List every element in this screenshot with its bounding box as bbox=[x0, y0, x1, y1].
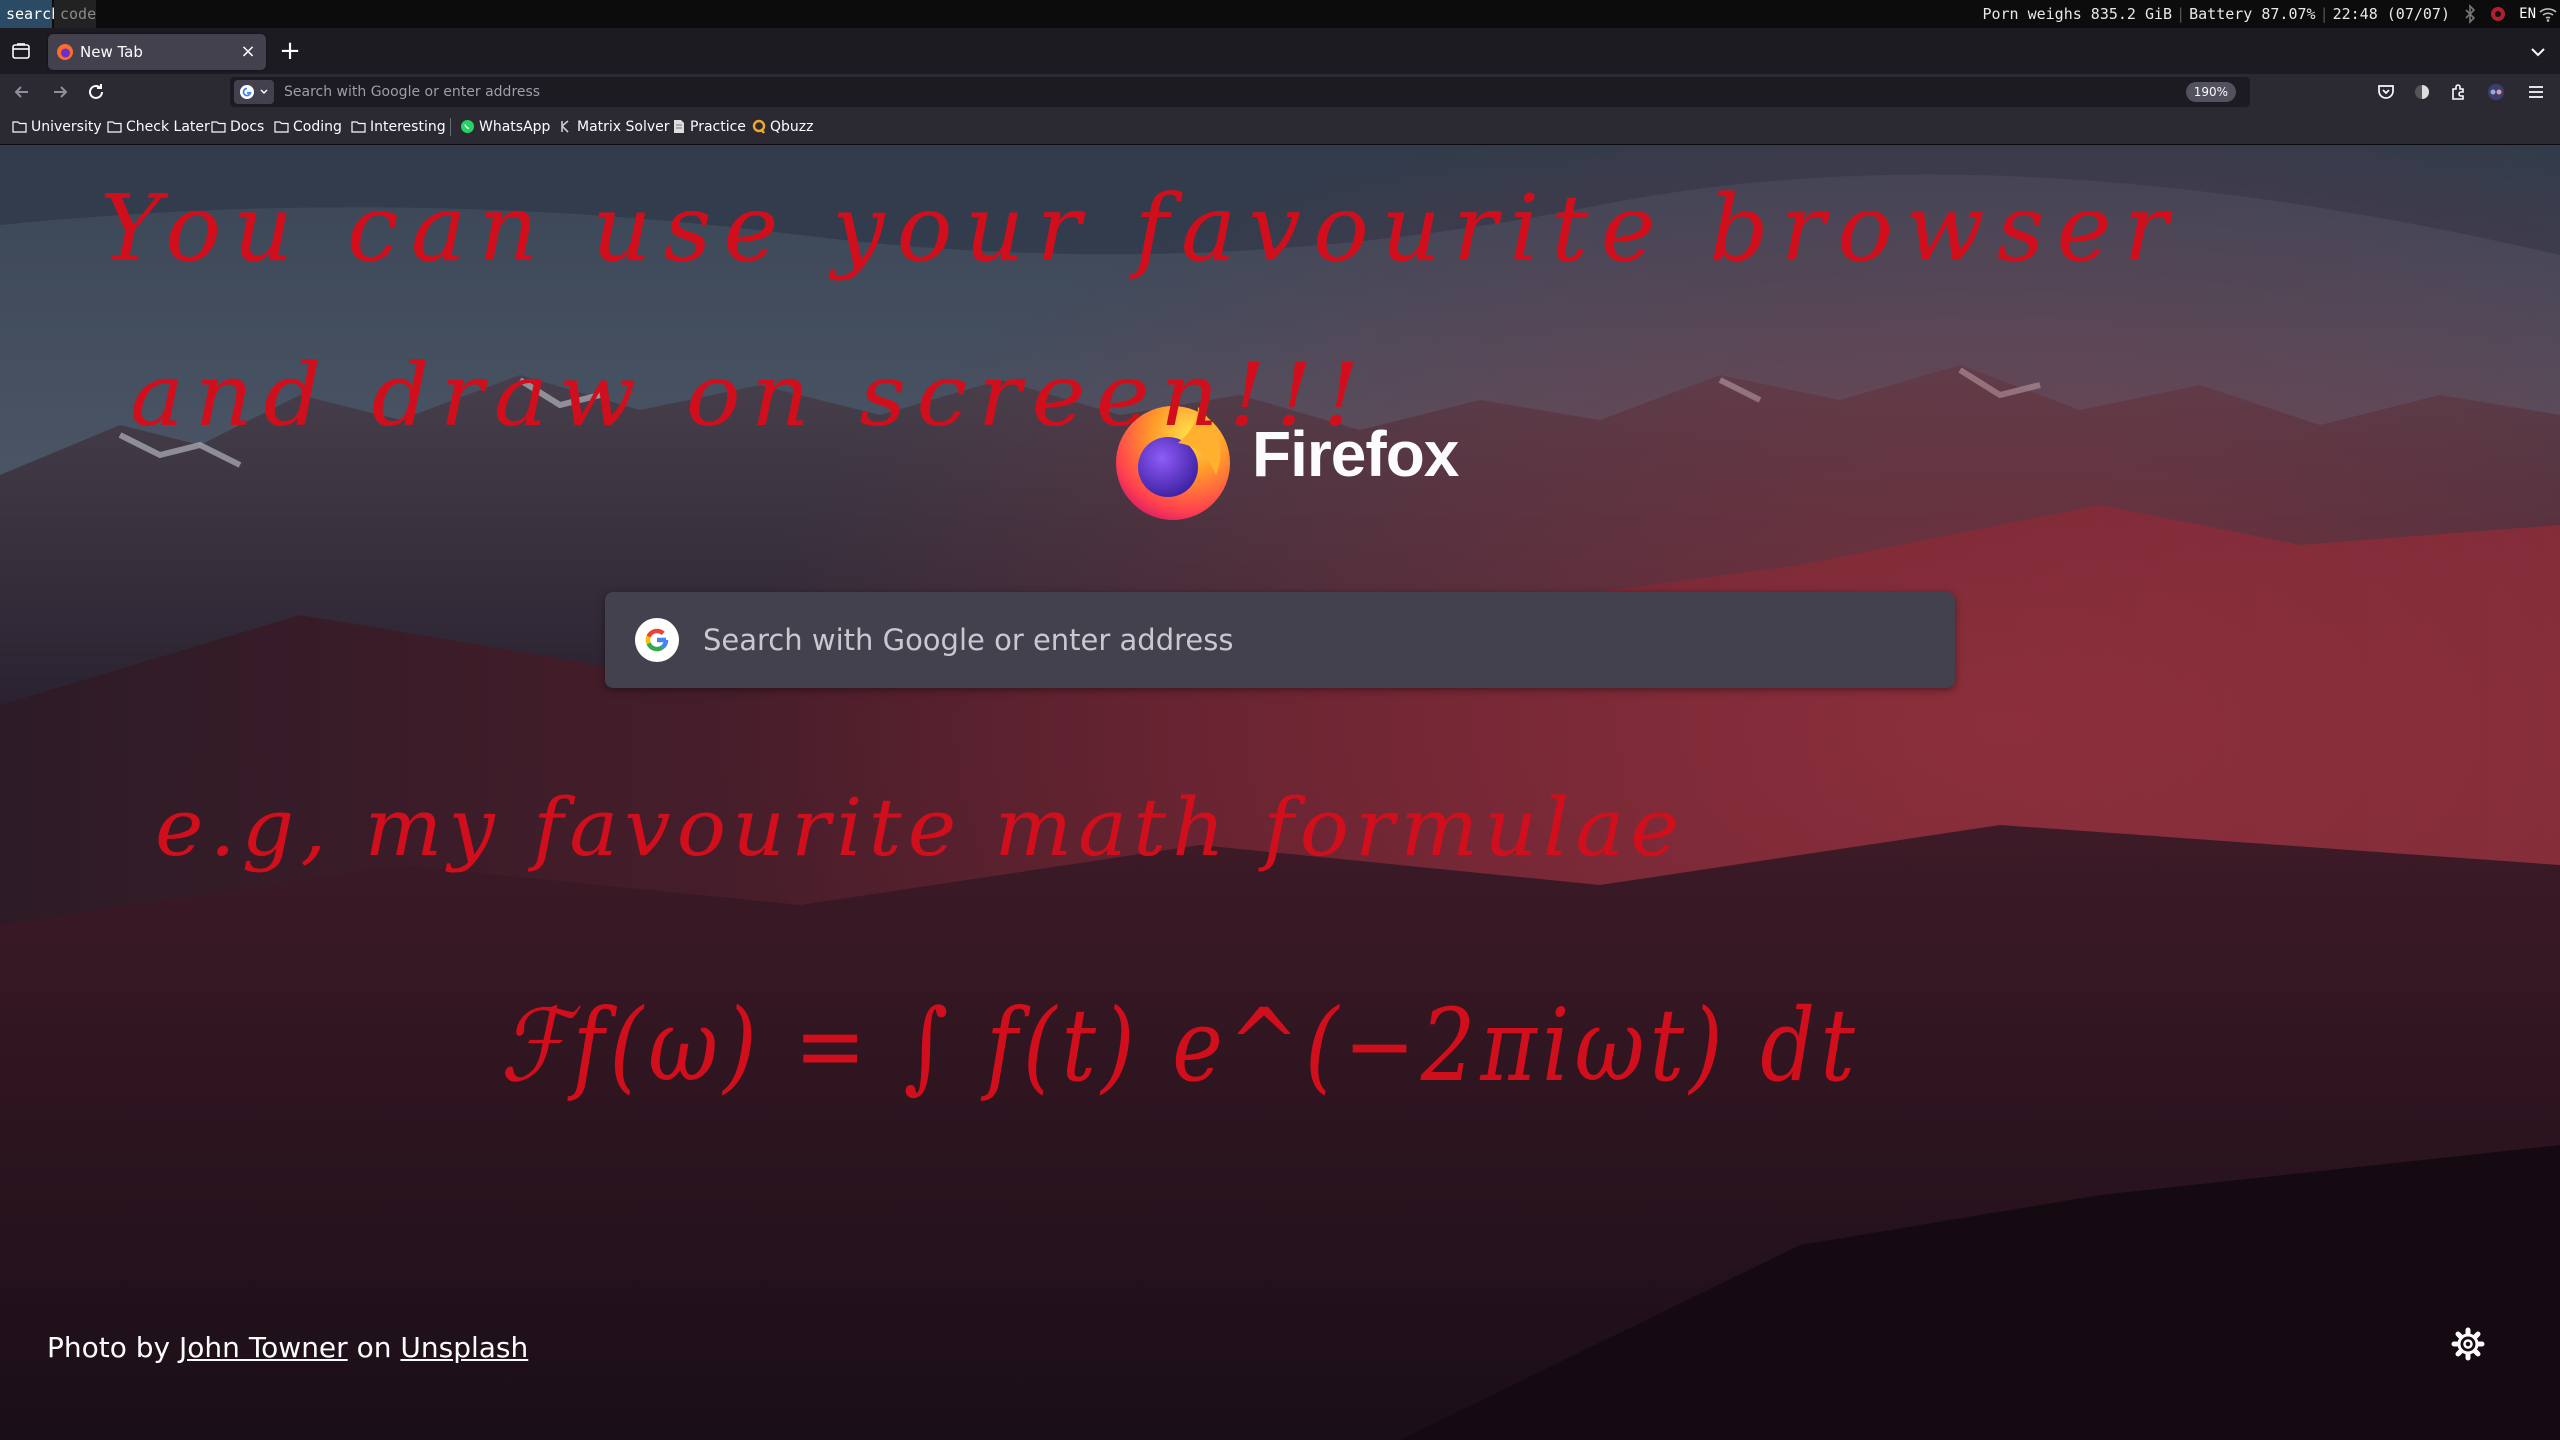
attribution-middle: on bbox=[356, 1331, 392, 1364]
newtab-search-box[interactable] bbox=[605, 592, 1955, 688]
attribution-prefix: Photo by bbox=[47, 1331, 171, 1364]
address-input[interactable] bbox=[284, 77, 1884, 107]
zoom-level-badge[interactable]: 190% bbox=[2185, 82, 2236, 102]
gear-icon[interactable] bbox=[2448, 1324, 2488, 1364]
folder-icon bbox=[351, 120, 366, 133]
folder-icon bbox=[274, 120, 289, 133]
photographer-link[interactable]: John Towner bbox=[179, 1331, 348, 1364]
folder-icon bbox=[12, 120, 27, 133]
bookmark-interesting[interactable]: Interesting bbox=[351, 110, 446, 144]
bookmark-university[interactable]: University bbox=[12, 110, 102, 144]
matrix-icon bbox=[559, 119, 572, 133]
google-g-icon bbox=[240, 85, 268, 99]
account-avatar-icon[interactable] bbox=[2484, 80, 2508, 104]
bookmark-coding[interactable]: Coding bbox=[274, 110, 342, 144]
pocket-icon[interactable] bbox=[2374, 80, 2398, 104]
bookmark-label: Qbuzz bbox=[770, 119, 814, 135]
qbuzz-icon bbox=[752, 119, 766, 134]
disk-usage: Porn weighs 835.2 GiB bbox=[1982, 5, 2173, 23]
reload-icon[interactable] bbox=[82, 78, 110, 106]
firefox-wordmark: Firefox bbox=[1252, 418, 1459, 490]
bookmark-qbuzz[interactable]: Qbuzz bbox=[752, 110, 813, 144]
status-readout: Porn weighs 835.2 GiB | Battery 87.07% | 22:… bbox=[1982, 5, 2450, 23]
firefox-favicon-icon bbox=[57, 44, 73, 60]
system-status-bar: search code Porn weighs 835.2 GiB | Batter… bbox=[0, 0, 2560, 28]
navigation-toolbar: 190% bbox=[0, 74, 2560, 110]
photo-attribution: Photo by John Towner on Unsplash bbox=[47, 1331, 528, 1364]
new-tab-button[interactable]: + bbox=[276, 38, 304, 66]
workspace-code[interactable]: code bbox=[54, 0, 96, 28]
forward-arrow-icon[interactable] bbox=[46, 78, 74, 106]
bookmark-label: Interesting bbox=[370, 119, 446, 135]
newtab-search-input[interactable] bbox=[703, 592, 1903, 688]
folder-icon bbox=[107, 120, 122, 133]
bookmark-label: University bbox=[31, 119, 102, 135]
bookmark-check-later[interactable]: Check Later bbox=[107, 110, 210, 144]
dark-reader-extension-icon[interactable] bbox=[2410, 80, 2434, 104]
bookmark-label: Coding bbox=[293, 119, 342, 135]
mountain-wallpaper bbox=[0, 145, 2560, 1440]
tab-strip: New Tab × + bbox=[0, 28, 2560, 74]
firefox-view-icon[interactable] bbox=[8, 38, 34, 64]
bluetooth-icon[interactable] bbox=[2460, 4, 2480, 24]
folder-icon bbox=[211, 120, 226, 133]
bookmark-practice[interactable]: Practice bbox=[672, 110, 746, 144]
bookmark-label: Practice bbox=[690, 119, 746, 135]
hamburger-menu-icon[interactable] bbox=[2524, 80, 2548, 104]
workspace-search[interactable]: search bbox=[0, 0, 60, 28]
battery-status: Battery 87.07% bbox=[2189, 5, 2316, 23]
tab-title: New Tab bbox=[80, 43, 143, 61]
google-logo-icon bbox=[635, 618, 679, 662]
bookmarks-toolbar: University Check Later Docs Coding Inter… bbox=[0, 110, 2560, 145]
close-tab-icon[interactable]: × bbox=[238, 42, 258, 62]
page-icon bbox=[674, 119, 684, 133]
back-arrow-icon[interactable] bbox=[8, 78, 36, 106]
whatsapp-icon bbox=[461, 119, 474, 133]
bookmark-separator bbox=[450, 118, 451, 136]
new-tab-page: Firefox You can use your favourite brows… bbox=[0, 145, 2560, 1440]
clock: 22:48 (07/07) bbox=[2332, 5, 2450, 23]
network-manager-icon[interactable] bbox=[2488, 4, 2508, 24]
bookmark-label: Docs bbox=[230, 119, 265, 135]
chevron-down-icon[interactable] bbox=[2526, 40, 2550, 64]
bookmark-label: Check Later bbox=[126, 119, 210, 135]
puzzle-extensions-icon[interactable] bbox=[2447, 80, 2471, 104]
bookmark-docs[interactable]: Docs bbox=[211, 110, 264, 144]
bookmark-whatsapp[interactable]: WhatsApp bbox=[460, 110, 550, 144]
address-bar[interactable]: 190% bbox=[230, 77, 2250, 107]
search-engine-selector[interactable] bbox=[234, 80, 274, 104]
firefox-logo-icon bbox=[1116, 406, 1230, 520]
wifi-icon[interactable] bbox=[2538, 4, 2558, 24]
unsplash-link[interactable]: Unsplash bbox=[400, 1331, 528, 1364]
keyboard-layout-indicator[interactable]: EN bbox=[2519, 4, 2536, 24]
bookmark-matrix-solver[interactable]: Matrix Solver bbox=[558, 110, 670, 144]
bookmark-label: WhatsApp bbox=[479, 119, 551, 135]
bookmark-label: Matrix Solver bbox=[577, 119, 670, 135]
tab-new-tab[interactable]: New Tab × bbox=[48, 34, 266, 70]
